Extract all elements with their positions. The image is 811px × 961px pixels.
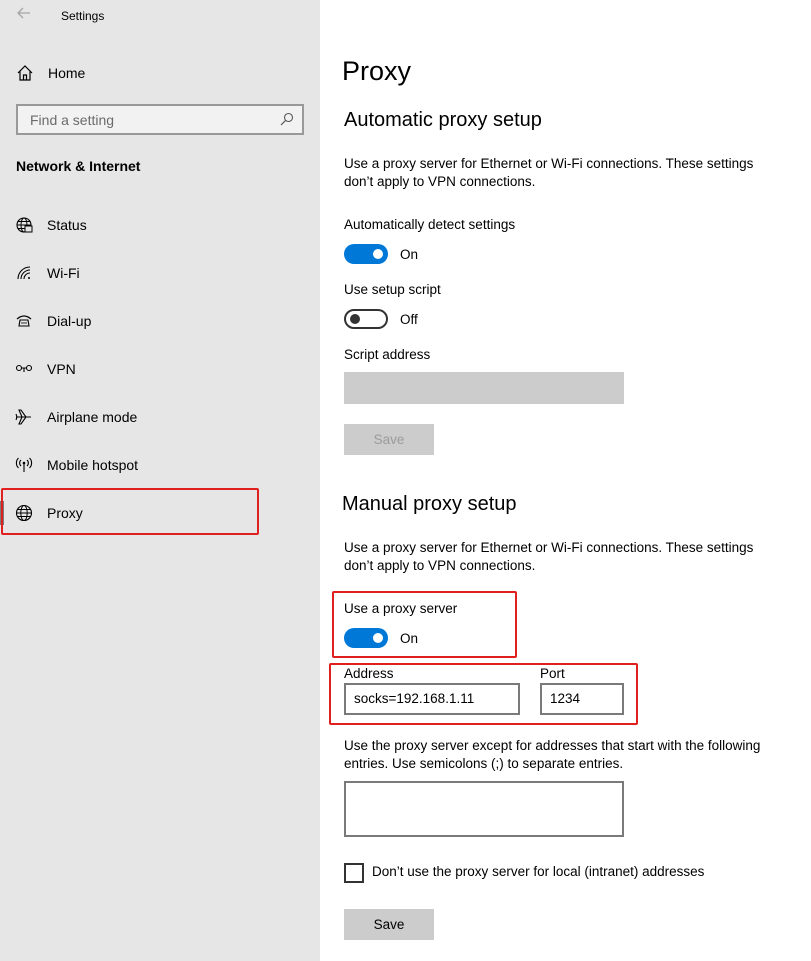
toggle-knob (373, 249, 383, 259)
sidebar-item-label: VPN (47, 361, 76, 377)
sidebar-item-dialup[interactable]: Dial-up (0, 297, 320, 345)
setup-script-toggle[interactable] (344, 309, 388, 329)
active-indicator (0, 501, 4, 525)
sidebar-item-label: Mobile hotspot (47, 457, 139, 473)
sidebar-item-label: Status (47, 217, 87, 233)
main-content: Proxy Automatic proxy setup Use a proxy … (320, 0, 811, 961)
sidebar-item-label: Dial-up (47, 313, 92, 329)
back-arrow-icon (17, 7, 30, 19)
sidebar-item-mobile-hotspot[interactable]: Mobile hotspot (0, 441, 320, 489)
local-bypass-checkbox[interactable] (344, 863, 364, 883)
script-address-input (344, 372, 624, 404)
use-proxy-state: On (400, 631, 419, 646)
hotspot-icon (15, 457, 33, 472)
sidebar: Settings Home Network & Internet Status (0, 0, 320, 961)
auto-detect-toggle[interactable] (344, 244, 388, 264)
page-title: Proxy (342, 56, 412, 86)
airplane-icon (15, 409, 31, 425)
port-label: Port (540, 666, 565, 681)
home-label: Home (48, 65, 86, 81)
search-box[interactable] (16, 104, 304, 135)
dialup-icon (16, 315, 32, 327)
sidebar-nav: Status Wi-Fi Dial-up VPN Airplane mode M… (0, 201, 320, 537)
manual-proxy-description: Use a proxy server for Ethernet or Wi-Fi… (344, 540, 754, 573)
manual-save-button[interactable]: Save (344, 909, 434, 940)
sidebar-item-status[interactable]: Status (0, 201, 320, 249)
address-input[interactable]: socks=192.168.1.11 (344, 683, 520, 715)
port-input[interactable]: 1234 (540, 683, 624, 715)
sidebar-item-label: Airplane mode (47, 409, 138, 425)
home-nav-item[interactable]: Home (16, 60, 306, 86)
back-button[interactable] (14, 6, 34, 26)
automatic-proxy-heading: Automatic proxy setup (344, 109, 542, 131)
search-icon[interactable] (280, 112, 294, 126)
script-address-label: Script address (344, 347, 431, 362)
search-input[interactable] (28, 111, 268, 129)
local-bypass-label: Don’t use the proxy server for local (in… (372, 864, 705, 879)
auto-detect-label: Automatically detect settings (344, 217, 516, 232)
use-proxy-toggle[interactable] (344, 628, 388, 648)
exceptions-textarea[interactable] (344, 781, 624, 837)
wifi-icon (17, 266, 31, 280)
sidebar-item-vpn[interactable]: VPN (0, 345, 320, 393)
sidebar-item-label: Wi-Fi (47, 265, 80, 281)
section-heading: Network & Internet (16, 158, 141, 174)
automatic-proxy-description: Use a proxy server for Ethernet or Wi-Fi… (344, 156, 754, 189)
automatic-save-button: Save (344, 424, 434, 455)
setup-script-state: Off (400, 312, 418, 327)
use-proxy-label: Use a proxy server (344, 601, 458, 616)
sidebar-item-wifi[interactable]: Wi-Fi (0, 249, 320, 297)
setup-script-label: Use setup script (344, 282, 441, 297)
window-title: Settings (61, 9, 105, 23)
toggle-knob (350, 314, 360, 324)
toggle-knob (373, 633, 383, 643)
globe-icon (15, 504, 33, 522)
address-label: Address (344, 666, 394, 681)
exceptions-description: Use the proxy server except for addresse… (344, 738, 761, 771)
sidebar-item-label: Proxy (47, 505, 83, 521)
auto-detect-state: On (400, 247, 419, 262)
manual-proxy-heading: Manual proxy setup (342, 493, 517, 515)
sidebar-item-airplane-mode[interactable]: Airplane mode (0, 393, 320, 441)
home-icon (17, 65, 33, 81)
vpn-icon (15, 364, 33, 372)
title-bar: Settings (0, 0, 320, 32)
sidebar-item-proxy[interactable]: Proxy (0, 489, 320, 537)
status-globe-icon (16, 217, 33, 233)
